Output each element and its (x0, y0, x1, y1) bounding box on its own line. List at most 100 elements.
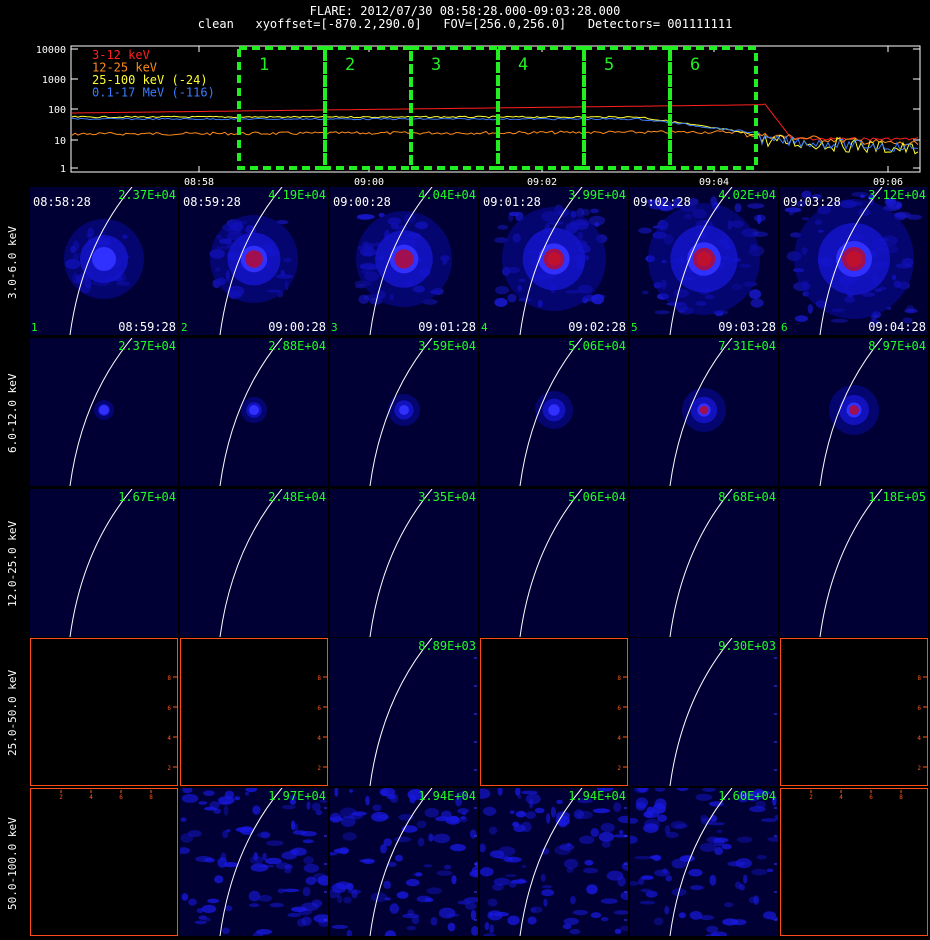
emission-blob (182, 788, 193, 794)
panel-end-time: 09:00:28 (268, 320, 326, 334)
image-panel: 3.99E+04 09:01:28 09:02:28 4 (480, 187, 628, 335)
emission-blob (767, 836, 778, 842)
emission-blob (495, 285, 510, 295)
emission-blob (417, 837, 425, 847)
emission-blob (301, 902, 319, 911)
axis-tick-label: 6 (317, 705, 321, 712)
interval-label: 5 (604, 55, 614, 75)
image-panel: 2 4 6 8 (780, 788, 928, 936)
emission-blob (630, 881, 640, 886)
row-label-energy: 50.0-100.0 keV (6, 816, 19, 910)
panel-max-value: 4.02E+04 (718, 188, 776, 202)
image-panel: 2 4 6 8 (180, 638, 328, 786)
source-inner (399, 405, 409, 415)
axis-tick-label: 8 (899, 794, 903, 801)
emission-blob (489, 924, 495, 934)
emission-blob (207, 898, 220, 904)
emission-blob (234, 796, 241, 801)
emission-blob (581, 208, 590, 216)
emission-blob (761, 818, 777, 823)
emission-blob (756, 855, 767, 860)
emission-blob (550, 806, 556, 818)
emission-blob (248, 903, 260, 908)
emission-blob (525, 811, 536, 819)
emission-blob (297, 918, 307, 927)
emission-blob (676, 788, 689, 791)
source-inner (548, 404, 560, 416)
emission-blob (572, 909, 589, 916)
image-panel: 3.12E+04 09:03:28 09:04:28 6 (780, 187, 928, 335)
image-panel: 8.68E+04 (630, 489, 778, 637)
axis-tick-label: 2 (167, 765, 171, 772)
image-panel: 2 4 6 8 (30, 638, 178, 786)
emission-blob (525, 793, 541, 805)
emission-blob (690, 885, 704, 891)
emission-blob (712, 837, 728, 841)
emission-blob (436, 870, 453, 876)
emission-blob (451, 875, 457, 885)
emission-blob (281, 805, 296, 810)
panel-max-value: 3.59E+04 (418, 339, 476, 353)
panel-end-time: 09:02:28 (568, 320, 626, 334)
image-panel: 8.89E+03 (330, 638, 478, 786)
emission-blob (220, 852, 227, 862)
emission-blob (214, 875, 224, 884)
panel-max-value: 4.19E+04 (268, 188, 326, 202)
image-panel: 2.48E+04 (180, 489, 328, 637)
emission-blob (541, 889, 555, 897)
emission-blob (644, 818, 660, 830)
solar-limb-arc (369, 489, 433, 637)
emission-blob (546, 813, 551, 824)
image-panel: 2.88E+04 (180, 338, 328, 486)
emission-blob (497, 224, 509, 230)
axis-tick-label: 8 (917, 675, 921, 682)
emission-blob (423, 864, 433, 868)
emission-blob (221, 927, 230, 935)
emission-blob (702, 788, 716, 792)
solar-limb-arc (819, 489, 883, 637)
panel-max-value: 1.94E+04 (568, 789, 626, 803)
emission-blob (621, 861, 628, 871)
panel-max-value: 2.88E+04 (268, 339, 326, 353)
panel-max-value: 3.35E+04 (418, 490, 476, 504)
emission-blob (264, 857, 282, 865)
emission-blob (654, 869, 671, 877)
emission-blob (851, 191, 869, 197)
panel-end-time: 09:04:28 (868, 320, 926, 334)
image-panel: 4.19E+04 08:59:28 09:00:28 2 (180, 187, 328, 335)
emission-blob (428, 833, 434, 842)
emission-blob (282, 888, 300, 893)
emission-blob (383, 838, 392, 847)
emission-blob (187, 830, 202, 838)
emission-blob (562, 923, 572, 930)
emission-blob (487, 898, 498, 907)
panel-start-time: 09:02:28 (633, 195, 691, 209)
image-panel: 5.06E+04 (480, 489, 628, 637)
emission-blob (508, 211, 520, 217)
emission-blob (657, 814, 667, 822)
solar-limb-arc (69, 489, 133, 637)
axis-tick-label: 8 (317, 675, 321, 682)
axis-tick-label: 2 (317, 765, 321, 772)
source-inner (92, 247, 116, 271)
interval-box (323, 46, 413, 170)
emission-blob (370, 892, 388, 903)
emission-blob (639, 900, 656, 905)
axis-tick-label: 2 (917, 765, 921, 772)
panel-max-value: 5.06E+04 (568, 490, 626, 504)
emission-blob (497, 788, 503, 796)
panel-max-value: 8.97E+04 (868, 339, 926, 353)
emission-blob (483, 806, 497, 816)
emission-blob (635, 802, 647, 811)
emission-blob (203, 790, 215, 796)
emission-blob (801, 217, 810, 221)
emission-blob (457, 900, 471, 905)
axis-tick-label: 8 (149, 794, 153, 801)
emission-blob (196, 908, 204, 914)
emission-blob (384, 897, 391, 901)
emission-blob (438, 907, 456, 919)
emission-blob (509, 810, 515, 814)
emission-blob (457, 808, 469, 814)
emission-blob (287, 912, 301, 918)
source-core (849, 405, 859, 415)
